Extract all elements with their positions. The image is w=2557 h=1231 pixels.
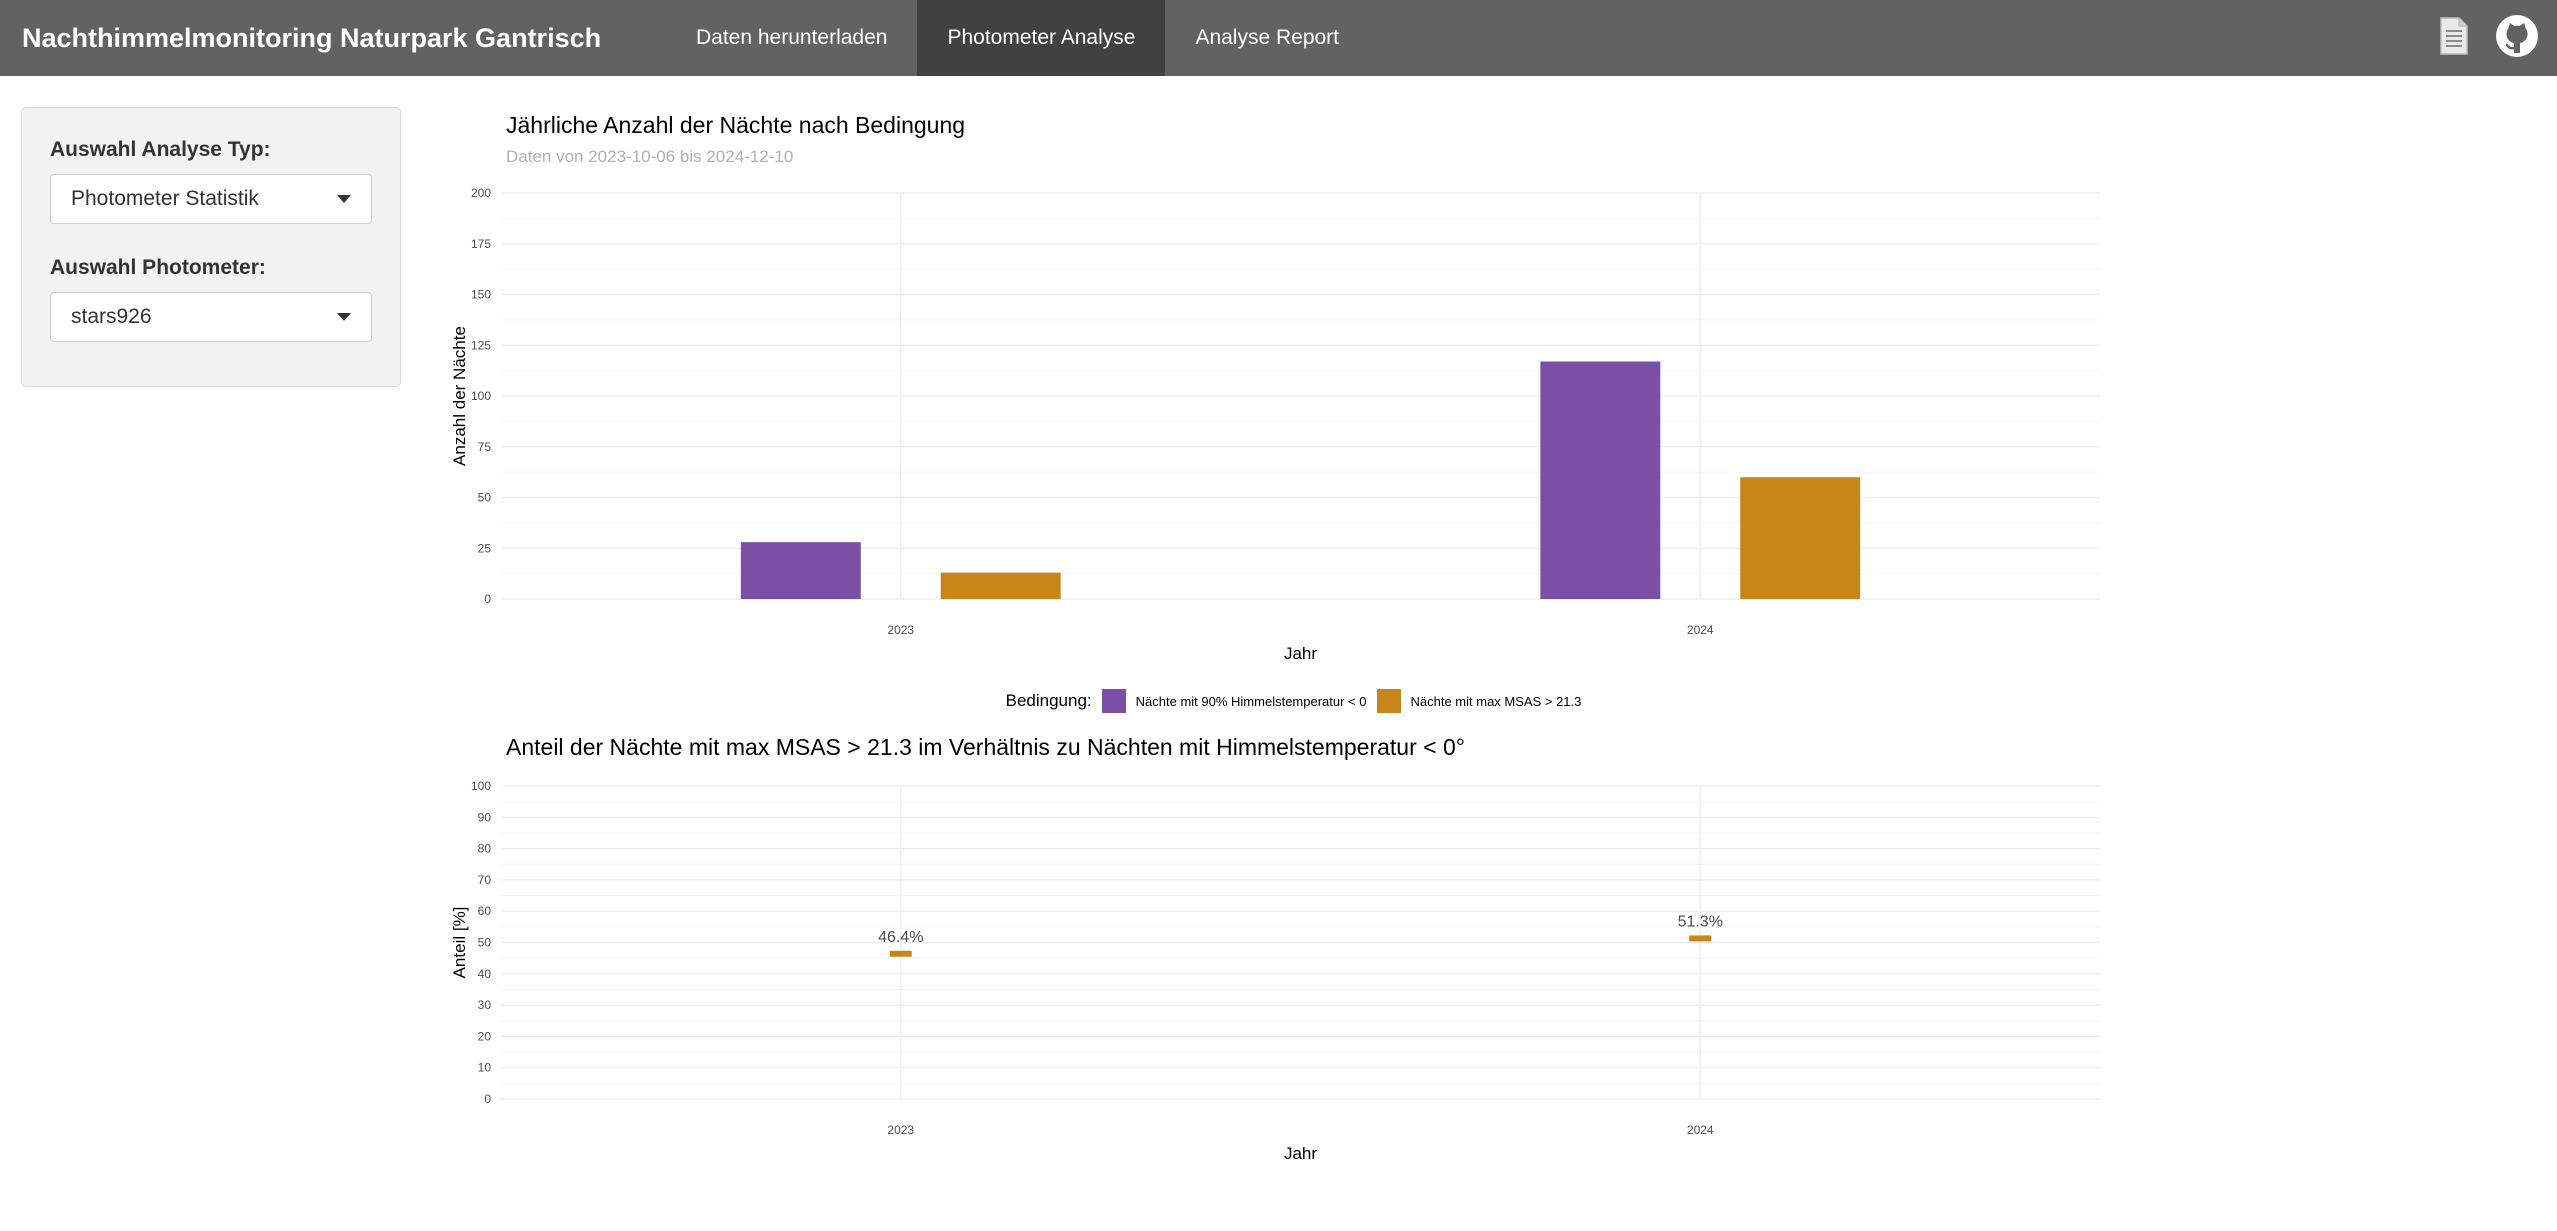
legend-entry-msas: Nächte mit max MSAS > 21.3 xyxy=(1410,693,1582,709)
chart-title: Anteil der Nächte mit max MSAS > 21.3 im… xyxy=(506,734,1465,760)
photometer-label: Auswahl Photometer: xyxy=(50,256,266,279)
document-icon[interactable] xyxy=(2439,16,2469,61)
y-tick-label: 175 xyxy=(471,237,491,251)
bar-2024-series-1 xyxy=(1540,361,1661,599)
y-axis-label: Anzahl der Nächte xyxy=(450,326,469,466)
analysis-type-value: Photometer Statistik xyxy=(71,187,259,210)
y-tick-label: 60 xyxy=(478,904,492,918)
sidebar-panel: Auswahl Analyse Typ: Photometer Statisti… xyxy=(21,107,401,387)
legend-key-purple xyxy=(1101,689,1126,713)
nav-icons xyxy=(2439,0,2539,76)
data-label-2024: 51.3% xyxy=(1678,913,1723,930)
y-tick-label: 10 xyxy=(478,1061,492,1075)
y-tick-label: 30 xyxy=(478,998,492,1012)
tab-photometer-analyse[interactable]: Photometer Analyse xyxy=(917,0,1166,76)
chart-legend: Bedingung: Nächte mit 90% Himmelstempera… xyxy=(0,688,2557,714)
y-tick-label: 40 xyxy=(478,967,492,981)
caret-down-icon xyxy=(337,313,351,321)
tab-daten-herunterladen[interactable]: Daten herunterladen xyxy=(666,0,917,76)
point-2023 xyxy=(889,950,912,957)
point-chart-ratio: Anteil der Nächte mit max MSAS > 21.3 im… xyxy=(450,734,2100,1163)
bar-2024-series-2 xyxy=(1740,477,1861,599)
navbar: Nachthimmelmonitoring Naturpark Gantrisc… xyxy=(0,0,2557,76)
bar-2023-series-2 xyxy=(940,572,1061,599)
y-tick-label: 100 xyxy=(471,389,491,403)
x-tick-label: 2024 xyxy=(1687,623,1714,637)
y-tick-label: 50 xyxy=(478,491,492,505)
y-tick-label: 0 xyxy=(484,592,491,606)
x-axis-label: Jahr xyxy=(1284,644,1317,660)
y-tick-label: 150 xyxy=(471,288,491,302)
y-tick-label: 75 xyxy=(478,440,492,454)
x-tick-label: 2023 xyxy=(887,1123,914,1137)
legend-entry-temperature: Nächte mit 90% Himmelstemperatur < 0 xyxy=(1135,693,1367,709)
y-tick-label: 70 xyxy=(478,873,492,887)
bar-2023-series-1 xyxy=(740,542,861,599)
nav-tabs: Daten herunterladen Photometer Analyse A… xyxy=(666,0,1369,76)
github-icon[interactable] xyxy=(2495,14,2539,63)
legend-title: Bedingung: xyxy=(1005,691,1092,710)
y-tick-label: 25 xyxy=(478,541,492,555)
point-2024 xyxy=(1689,935,1712,942)
analysis-type-select[interactable]: Photometer Statistik xyxy=(50,174,372,224)
data-label-2023: 46.4% xyxy=(878,929,923,946)
y-tick-label: 200 xyxy=(471,186,491,200)
analysis-type-label: Auswahl Analyse Typ: xyxy=(50,138,271,161)
bar-chart-nights: Jährliche Anzahl der Nächte nach Bedingu… xyxy=(450,112,2100,660)
y-tick-label: 50 xyxy=(478,936,492,950)
y-tick-label: 0 xyxy=(484,1092,491,1106)
chart-subtitle: Daten von 2023-10-06 bis 2024-12-10 xyxy=(506,147,793,166)
tab-analyse-report[interactable]: Analyse Report xyxy=(1165,0,1369,76)
x-axis-label: Jahr xyxy=(1284,1144,1317,1163)
photometer-select[interactable]: stars926 xyxy=(50,292,372,342)
x-tick-label: 2023 xyxy=(887,623,914,637)
app-title[interactable]: Nachthimmelmonitoring Naturpark Gantrisc… xyxy=(22,23,666,54)
y-tick-label: 100 xyxy=(471,779,491,793)
y-tick-label: 90 xyxy=(478,810,492,824)
photometer-value: stars926 xyxy=(71,305,152,328)
x-tick-label: 2024 xyxy=(1687,1123,1714,1137)
chart-title: Jährliche Anzahl der Nächte nach Bedingu… xyxy=(506,112,965,138)
y-tick-label: 20 xyxy=(478,1029,492,1043)
y-axis-label: Anteil [%] xyxy=(450,907,469,979)
caret-down-icon xyxy=(337,195,351,203)
y-tick-label: 80 xyxy=(478,842,492,856)
legend-key-orange xyxy=(1376,689,1401,713)
y-tick-label: 125 xyxy=(471,338,491,352)
